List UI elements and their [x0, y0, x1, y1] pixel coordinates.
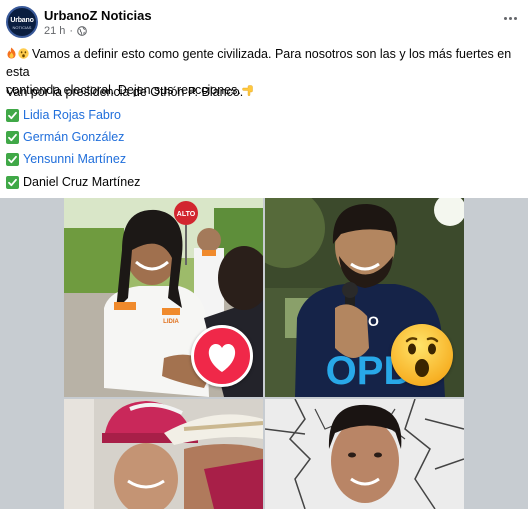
more-options-dot — [513, 16, 517, 20]
candidate-item: Yensunni Martínez — [6, 151, 126, 167]
message-line-1: Vamos a definir esto como gente civiliza… — [6, 45, 522, 81]
avatar-logo-text: Urbano — [10, 17, 34, 24]
fire-emoji — [7, 47, 16, 59]
check-mark-icon — [6, 108, 19, 122]
candidate-item: Daniel Cruz Martínez — [6, 174, 140, 190]
pointing-down-emoji — [242, 85, 253, 96]
more-options-icon — [503, 16, 507, 20]
post-header: Urbano NOTICIAS UrbanoZ Noticias 21 h · — [0, 0, 528, 44]
candidate-item: Germán González — [6, 129, 124, 145]
post-meta: 21 h · — [44, 25, 87, 37]
photo-candidate-4 — [265, 399, 464, 509]
avatar-logo-subtext: NOTICIAS — [12, 25, 32, 30]
shirt-text: LIDIA — [163, 319, 179, 325]
candidate-link-lidia[interactable]: Lidia Rojas Fabro — [23, 108, 121, 122]
candidate-link-yensunni[interactable]: Yensunni Martínez — [23, 152, 126, 166]
post-image[interactable]: ALTO LIDIA OPD — [0, 198, 528, 509]
candidate-item: Lidia Rojas Fabro — [6, 107, 121, 123]
post-subline: Van por la presidencia de Othón P. Blanc… — [6, 85, 244, 99]
post-timestamp[interactable]: 21 h — [44, 25, 65, 37]
message-text-1: Vamos a definir esto como gente civiliza… — [6, 47, 512, 79]
love-reaction-icon — [191, 325, 253, 387]
globe-icon — [77, 26, 87, 36]
meta-separator: · — [69, 25, 74, 37]
check-mark-icon — [6, 152, 19, 166]
candidate-link-german[interactable]: Germán González — [23, 130, 124, 144]
stop-sign-text: ALTO — [177, 211, 196, 218]
page-avatar[interactable]: Urbano NOTICIAS — [6, 6, 38, 38]
photo-candidate-3 — [64, 399, 263, 509]
candidate-name-daniel: Daniel Cruz Martínez — [23, 175, 141, 189]
check-mark-icon — [6, 175, 19, 189]
astonished-emoji — [18, 48, 29, 59]
wow-reaction-icon — [391, 324, 453, 386]
more-options-dot — [508, 16, 512, 20]
page-name-link[interactable]: UrbanoZ Noticias — [44, 8, 152, 23]
check-mark-icon — [6, 130, 19, 144]
more-options-button[interactable] — [498, 8, 522, 28]
